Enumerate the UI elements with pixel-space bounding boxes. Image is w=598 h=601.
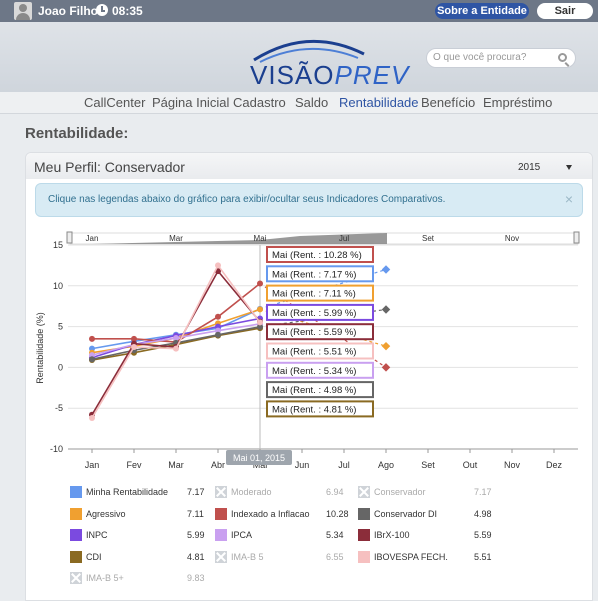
nav-emprestimo[interactable]: Empréstimo [483, 95, 552, 110]
info-alert: Clique nas legendas abaixo do gráfico pa… [35, 183, 583, 217]
avatar[interactable] [14, 2, 32, 20]
legend-label[interactable]: CDI [86, 552, 102, 562]
year-select[interactable]: 2015 [518, 162, 540, 173]
legend-swatch[interactable] [215, 529, 227, 541]
header: VISÃOPREV O que você procura? [0, 22, 598, 92]
nav-rentabilidade[interactable]: Rentabilidade [339, 95, 419, 110]
top-bar: Joao Filho 08:35 Sobre a Entidade Sair [0, 0, 598, 22]
search-icon[interactable] [558, 53, 567, 62]
legend-value: 10.28 [326, 508, 349, 519]
search-input[interactable]: O que você procura? [426, 48, 576, 68]
legend-value: 9.83 [187, 573, 205, 583]
legend-swatch[interactable] [358, 507, 370, 520]
close-icon[interactable]: × [565, 191, 573, 207]
legend-swatch[interactable] [70, 486, 82, 498]
nav-cadastro[interactable]: Cadastro [233, 95, 286, 110]
legend-value: 5.34 [326, 530, 344, 540]
legend-label[interactable]: Agressivo [86, 509, 126, 519]
brand-logo[interactable]: VISÃOPREV [250, 60, 409, 91]
legend-value: 7.17 [187, 487, 205, 497]
legend-label[interactable]: IPCA [231, 530, 252, 540]
panel-header: Meu Perfil: Conservador 2015 [26, 153, 592, 179]
alert-message: Clique nas legendas abaixo do gráfico pa… [48, 194, 446, 205]
main-nav: CallCenter Página Inicial Cadastro Saldo… [0, 92, 598, 114]
user-name: Joao Filho [38, 4, 98, 18]
legend-hidden-swatch-icon[interactable] [215, 486, 227, 498]
legend-swatch[interactable] [358, 529, 370, 541]
nav-pagina-inicial[interactable]: Página Inicial [152, 95, 229, 110]
clock-icon [96, 4, 108, 16]
nav-saldo[interactable]: Saldo [295, 95, 328, 110]
legend-label[interactable]: IBOVESPA FECH. [374, 552, 448, 562]
legend-value: 5.59 [474, 530, 492, 540]
nav-callcenter[interactable]: CallCenter [84, 95, 145, 110]
legend-label[interactable]: IMA-B 5 [231, 552, 264, 562]
panel-title: Meu Perfil: Conservador [34, 159, 185, 175]
legend-swatch[interactable] [70, 507, 82, 520]
legend-value: 7.11 [187, 508, 204, 519]
legend-swatch[interactable] [70, 529, 82, 541]
nav-beneficio[interactable]: Benefício [421, 95, 475, 110]
legend-swatch[interactable] [215, 507, 227, 520]
legend-value: 7.17 [474, 487, 492, 497]
legend-value: 4.81 [187, 551, 205, 562]
legend-swatch[interactable] [358, 550, 370, 563]
legend-swatch[interactable] [70, 550, 82, 563]
logout-button[interactable]: Sair [537, 3, 593, 19]
legend-value: 5.99 [187, 530, 205, 540]
page-title: Rentabilidade: [25, 125, 129, 142]
legend-label[interactable]: INPC [86, 530, 108, 540]
about-entity-button[interactable]: Sobre a Entidade [435, 3, 529, 19]
legend-label[interactable]: Minha Rentabilidade [86, 487, 168, 497]
legend-value: 6.94 [326, 487, 344, 497]
legend-hidden-swatch-icon[interactable] [70, 572, 82, 584]
legend-label[interactable]: Conservador DI [374, 509, 437, 519]
legend-value: 5.51 [474, 551, 492, 562]
legend-label[interactable]: IBrX-100 [374, 530, 410, 540]
legend-value: 6.55 [326, 551, 344, 562]
legend-label[interactable]: Moderado [231, 487, 272, 497]
legend-label[interactable]: IMA-B 5+ [86, 573, 124, 583]
legend-value: 4.98 [474, 508, 492, 519]
legend-hidden-swatch-icon[interactable] [215, 550, 227, 563]
legend-label[interactable]: Indexado a Inflacao [231, 509, 310, 519]
legend-hidden-swatch-icon[interactable] [358, 486, 370, 498]
legend-label[interactable]: Conservador [374, 487, 426, 497]
profile-panel: Meu Perfil: Conservador 2015 Clique nas … [25, 152, 593, 601]
session-time: 08:35 [112, 4, 143, 18]
chevron-down-icon[interactable] [566, 165, 572, 170]
